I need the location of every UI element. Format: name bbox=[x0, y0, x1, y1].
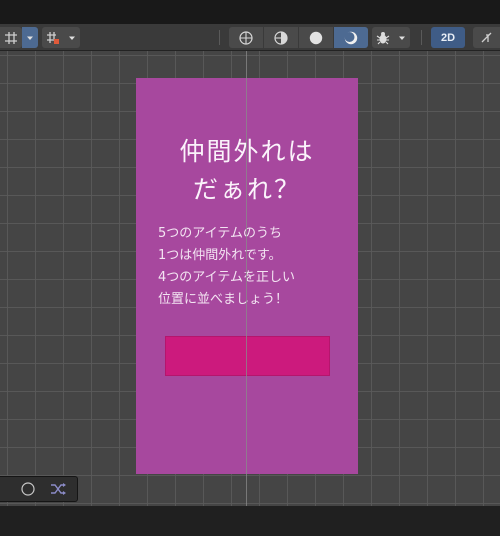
increment-snap-icon[interactable] bbox=[42, 27, 64, 48]
chevron-down-icon bbox=[399, 36, 405, 40]
quiz-title: 仲間外れは だぁれ？ bbox=[136, 133, 358, 209]
ui-canvas-panel[interactable]: 仲間外れは だぁれ？ 5つのアイテムのうち 1つは仲間外れです。 4つのアイテム… bbox=[136, 78, 358, 474]
bug-icon[interactable] bbox=[372, 27, 394, 48]
scene-view-toolbar: 2D bbox=[0, 24, 500, 51]
toolbar-separator bbox=[421, 30, 422, 45]
sphere-solid-icon[interactable] bbox=[299, 27, 333, 48]
scene-overlay-tools bbox=[0, 476, 78, 502]
grid-snap-icon[interactable] bbox=[0, 27, 22, 48]
wireframe-globe-icon[interactable] bbox=[229, 27, 263, 48]
window-top-strip bbox=[0, 0, 500, 24]
toolbar-separator bbox=[219, 30, 220, 45]
window-bottom-strip bbox=[0, 506, 500, 536]
2d-mode-toggle[interactable]: 2D bbox=[431, 27, 465, 48]
shuffle-icon[interactable] bbox=[44, 480, 72, 498]
answer-slot-bar[interactable] bbox=[165, 336, 330, 376]
chevron-down-icon bbox=[69, 36, 75, 40]
audio-off-icon[interactable] bbox=[473, 27, 500, 48]
scene-viewport[interactable]: 仲間外れは だぁれ？ 5つのアイテムのうち 1つは仲間外れです。 4つのアイテム… bbox=[0, 51, 500, 506]
grid-snap-dropdown-button[interactable] bbox=[22, 27, 38, 48]
increment-snap-dropdown-button[interactable] bbox=[64, 27, 80, 48]
chevron-down-icon bbox=[27, 36, 33, 40]
shaded-wireframe-globe-icon[interactable] bbox=[264, 27, 298, 48]
scene-center-axis bbox=[246, 51, 247, 506]
gizmos-dropdown-button[interactable] bbox=[394, 27, 410, 48]
moon-icon[interactable] bbox=[334, 27, 368, 48]
instructions-text: 5つのアイテムのうち 1つは仲間外れです。 4つのアイテムを正しい 位置に並べま… bbox=[158, 226, 295, 307]
navigate-icon[interactable] bbox=[14, 480, 42, 498]
